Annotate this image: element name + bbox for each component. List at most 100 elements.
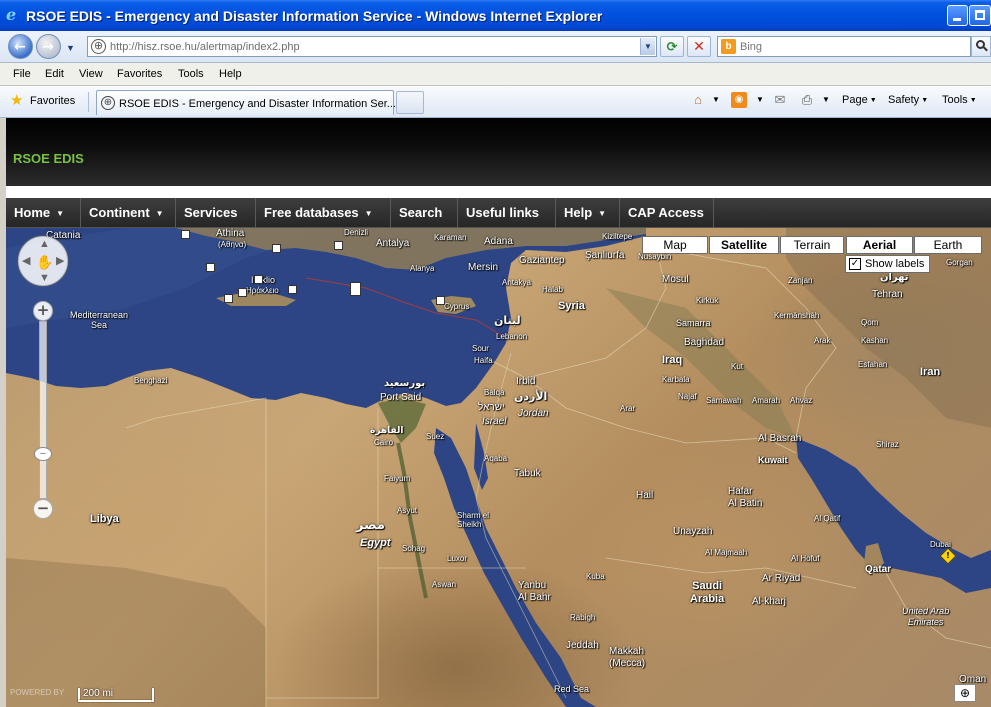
tools-menu-label: Tools xyxy=(942,94,968,106)
map-label-mersin: Mersin xyxy=(468,262,499,273)
pan-left-icon[interactable]: ◀ xyxy=(22,256,30,267)
map-type-earth[interactable]: Earth xyxy=(914,236,982,254)
map-label-cairo: Cairo xyxy=(374,438,394,447)
map-label-jeddah: Jeddah xyxy=(566,640,599,651)
forward-arrow-icon: → xyxy=(42,39,54,55)
minimize-button[interactable] xyxy=(947,5,968,26)
search-box[interactable]: b xyxy=(717,36,971,57)
recent-pages-dropdown[interactable]: ▼ xyxy=(66,43,75,53)
rss-feed-icon[interactable]: ◉ xyxy=(731,92,747,108)
event-marker[interactable] xyxy=(238,288,247,297)
pan-down-icon[interactable]: ▼ xyxy=(39,273,50,284)
event-marker[interactable] xyxy=(350,282,361,296)
map-label-irbid: Irbid xyxy=(516,376,536,387)
menu-file[interactable]: File xyxy=(13,68,31,80)
pan-right-icon[interactable]: ▶ xyxy=(56,256,64,267)
refresh-button[interactable]: ⟳ xyxy=(660,36,684,57)
map-label-lebanon: Lebanon xyxy=(496,332,528,341)
map-label-esfahan: Esfahan xyxy=(858,360,888,369)
home-icon[interactable]: ⌂ xyxy=(690,92,706,108)
map-label-faiyum: Faiyum xyxy=(384,474,411,483)
url-input[interactable] xyxy=(110,39,630,54)
map-label-alanya: Alanya xyxy=(410,264,435,273)
map-label-arak: Arak xyxy=(814,336,831,345)
address-box[interactable]: ⊕ ▼ xyxy=(87,36,657,57)
feeds-dropdown-icon[interactable]: ▼ xyxy=(752,92,768,108)
site-brand[interactable]: RSOE EDIS xyxy=(13,151,84,166)
chevron-down-icon: ▼ xyxy=(598,209,607,218)
zoom-slider-track[interactable] xyxy=(39,321,47,499)
stop-button[interactable]: ✕ xyxy=(687,36,711,57)
map-type-satellite[interactable]: Satellite xyxy=(709,236,779,254)
event-marker[interactable] xyxy=(254,275,263,284)
tools-menu[interactable]: Tools ▼ xyxy=(942,94,977,106)
event-marker[interactable] xyxy=(334,241,343,250)
nav-useful-links[interactable]: Useful links xyxy=(458,198,556,228)
nav-home-label: Home xyxy=(14,205,51,220)
menu-tools[interactable]: Tools xyxy=(178,68,204,80)
event-marker[interactable] xyxy=(436,296,445,305)
pan-control[interactable]: ▲ ▼ ◀ ▶ ✋ xyxy=(18,236,68,286)
home-dropdown-icon[interactable]: ▼ xyxy=(708,92,724,108)
event-marker[interactable] xyxy=(206,263,215,272)
print-dropdown-icon[interactable]: ▼ xyxy=(818,92,834,108)
menu-view[interactable]: View xyxy=(79,68,103,80)
pan-up-icon[interactable]: ▲ xyxy=(39,239,50,250)
page-menu[interactable]: Page ▼ xyxy=(842,94,877,106)
favorites-star-icon[interactable]: ★ xyxy=(10,93,23,108)
zoom-out-button[interactable]: − xyxy=(33,499,53,519)
event-marker[interactable] xyxy=(288,285,297,294)
zoom-in-button[interactable]: + xyxy=(33,301,53,321)
event-marker[interactable] xyxy=(224,294,233,303)
chevron-down-icon: ▼ xyxy=(869,96,877,104)
nav-home[interactable]: Home ▼ xyxy=(6,198,81,228)
map-label-kermanshah: Kermānshāh xyxy=(774,311,820,320)
map-label-mosul: Mosul xyxy=(662,274,689,285)
map-label-kirkuk: Kirkuk xyxy=(696,296,719,305)
event-marker[interactable] xyxy=(181,230,190,239)
scale-bar: 200 mi xyxy=(78,686,158,702)
nav-cap-access-label: CAP Access xyxy=(628,205,704,220)
window-title: RSOE EDIS - Emergency and Disaster Infor… xyxy=(26,8,603,24)
search-button[interactable] xyxy=(971,36,991,57)
tab-active[interactable]: ⊕ RSOE EDIS - Emergency and Disaster Inf… xyxy=(96,90,396,115)
maximize-icon xyxy=(975,10,985,20)
menu-edit[interactable]: Edit xyxy=(45,68,64,80)
nav-cap-access[interactable]: CAP Access xyxy=(620,198,714,228)
new-tab-button[interactable] xyxy=(396,91,424,114)
map-type-terrain[interactable]: Terrain xyxy=(780,236,844,254)
forward-button[interactable]: → xyxy=(36,34,61,59)
print-icon[interactable]: ⎙ xyxy=(799,92,815,108)
mail-icon[interactable]: ✉ xyxy=(772,92,788,108)
show-labels-toggle[interactable]: ✓ Show labels xyxy=(845,255,930,273)
zoom-box-button[interactable]: ⊕ xyxy=(954,684,976,702)
maximize-button[interactable] xyxy=(969,5,991,26)
back-button[interactable]: ← xyxy=(8,34,33,59)
alert-map[interactable]: Catania Athina (Αθηνα) Antalya Karaman A… xyxy=(6,228,991,707)
nav-continent[interactable]: Continent ▼ xyxy=(81,198,176,228)
address-dropdown-icon[interactable]: ▼ xyxy=(640,38,655,55)
map-label-antakya: Antakya xyxy=(502,278,531,287)
map-label-tehran-fa: تهران xyxy=(880,272,909,283)
search-input[interactable] xyxy=(740,39,940,54)
nav-free-databases[interactable]: Free databases ▼ xyxy=(256,198,391,228)
safety-menu[interactable]: Safety ▼ xyxy=(888,94,928,106)
map-label-shiraz: Shiraz xyxy=(876,440,899,449)
zoom-slider-thumb[interactable]: – xyxy=(34,447,52,461)
favorites-button[interactable]: Favorites xyxy=(30,95,75,107)
event-marker[interactable] xyxy=(272,244,281,253)
nav-search[interactable]: Search xyxy=(391,198,458,228)
divider xyxy=(88,92,89,112)
checkbox-checked-icon[interactable]: ✓ xyxy=(849,258,861,270)
map-label-makkah: Makkah (Mecca) xyxy=(609,646,646,669)
chevron-down-icon: ▼ xyxy=(155,209,164,218)
map-type-map[interactable]: Map xyxy=(642,236,708,254)
map-type-aerial[interactable]: Aerial xyxy=(846,236,913,254)
menu-help[interactable]: Help xyxy=(219,68,242,80)
menu-favorites[interactable]: Favorites xyxy=(117,68,162,80)
nav-help[interactable]: Help ▼ xyxy=(556,198,620,228)
map-label-sharm-el-sheikh: Sharm el Sheikh xyxy=(457,511,490,529)
map-label-aqaba: Aqaba xyxy=(484,454,508,463)
map-label-ar-riyad: Ar Riyad xyxy=(762,573,801,584)
nav-services[interactable]: Services xyxy=(176,198,256,228)
